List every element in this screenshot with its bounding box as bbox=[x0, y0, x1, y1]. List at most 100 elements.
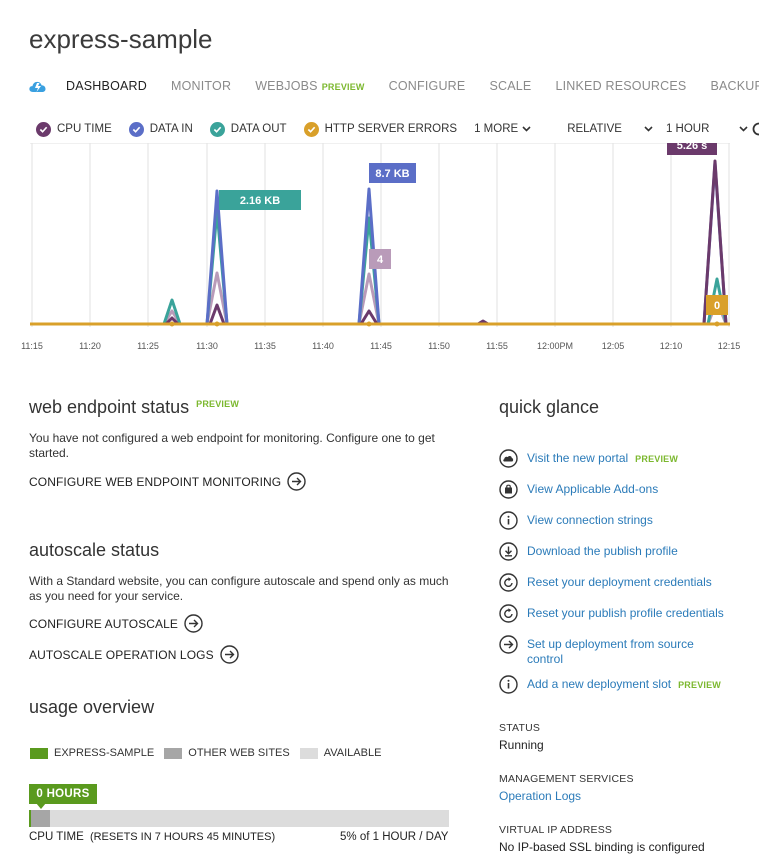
tab-dashboard[interactable]: DASHBOARD bbox=[66, 79, 147, 93]
chart-callout: 4 bbox=[369, 249, 391, 269]
chart-callout: 5.26 s bbox=[667, 143, 717, 155]
setup-deployment-from-source-control-link[interactable]: Set up deployment from source control bbox=[499, 635, 709, 667]
x-tick-label: 12:10 bbox=[659, 341, 683, 351]
cpu-time-label: CPU TIME bbox=[29, 831, 84, 843]
arrow-right-icon bbox=[499, 635, 518, 654]
checkmark-icon bbox=[128, 121, 144, 137]
chevron-down-icon bbox=[644, 126, 653, 132]
reset-publish-profile-credentials-link[interactable]: Reset your publish profile credentials bbox=[499, 604, 724, 623]
quick-glance-label: Download the publish profile bbox=[527, 544, 678, 558]
usage-legend: EXPRESS-SAMPLE OTHER WEB SITES AVAILABLE bbox=[30, 747, 381, 759]
chart-callout: 2.16 KB bbox=[219, 190, 301, 210]
tab-configure[interactable]: CONFIGURE bbox=[389, 79, 466, 93]
cpu-usage-bar bbox=[29, 810, 449, 827]
cpu-quota-label: 5% of 1 HOUR / DAY bbox=[340, 831, 449, 843]
refresh-icon[interactable] bbox=[750, 120, 759, 138]
quick-glance-label: Add a new deployment slot bbox=[527, 677, 672, 691]
tab-webjobs[interactable]: WEBJOBS PREVIEW bbox=[255, 79, 364, 93]
data-point bbox=[366, 321, 372, 327]
usage-overview-heading: usage overview bbox=[29, 697, 155, 717]
series-line bbox=[30, 161, 730, 326]
metric-label: DATA IN bbox=[149, 123, 193, 135]
add-deployment-slot-link[interactable]: Add a new deployment slot PREVIEW bbox=[499, 675, 721, 694]
tab-webjobs-label: WEBJOBS bbox=[255, 79, 318, 93]
available-swatch bbox=[299, 747, 318, 759]
other-web-sites-swatch bbox=[164, 747, 183, 759]
more-metrics-label: 1 MORE bbox=[474, 123, 519, 135]
more-metrics-dropdown[interactable]: 1 MORE bbox=[474, 123, 531, 135]
chart-callout: 0 bbox=[706, 295, 728, 315]
download-publish-profile-link[interactable]: Download the publish profile bbox=[499, 542, 678, 561]
chevron-down-icon bbox=[739, 126, 748, 132]
web-endpoint-heading: web endpoint status PREVIEW bbox=[29, 397, 239, 418]
reset-icon bbox=[499, 573, 518, 592]
x-tick-label: 11:55 bbox=[486, 341, 508, 351]
view-connection-strings-link[interactable]: View connection strings bbox=[499, 511, 653, 530]
top-nav: DASHBOARD MONITOR WEBJOBS PREVIEW CONFIGU… bbox=[29, 76, 759, 96]
metric-selector-bar: CPU TIME DATA IN DATA OUT HTTP SERVER ER… bbox=[36, 120, 759, 138]
series-line bbox=[30, 159, 730, 326]
preview-badge: PREVIEW bbox=[196, 399, 240, 409]
x-tick-label: 11:20 bbox=[79, 341, 101, 351]
preview-badge: PREVIEW bbox=[678, 680, 722, 690]
quick-glance-label: Reset your deployment credentials bbox=[527, 575, 712, 589]
info-icon bbox=[499, 511, 518, 530]
configure-web-endpoint-button[interactable]: CONFIGURE WEB ENDPOINT MONITORING bbox=[29, 472, 306, 491]
time-range-dropdown[interactable]: 1 HOUR bbox=[666, 123, 748, 135]
x-tick-label: 11:35 bbox=[254, 341, 276, 351]
tab-scale[interactable]: SCALE bbox=[489, 79, 531, 93]
autoscale-heading: autoscale status bbox=[29, 540, 160, 560]
x-tick-label: 11:25 bbox=[137, 341, 159, 351]
configure-web-endpoint-label: CONFIGURE WEB ENDPOINT MONITORING bbox=[29, 474, 282, 489]
arrow-right-circle-icon bbox=[219, 645, 239, 664]
operation-logs-link[interactable]: Operation Logs bbox=[499, 789, 581, 803]
metrics-line-chart: 2.16 KB 8.7 KB 4 5.26 s 0 bbox=[30, 143, 730, 327]
metric-cpu-time[interactable]: CPU TIME bbox=[36, 121, 112, 137]
x-tick-label: 12:05 bbox=[601, 341, 625, 351]
arrow-right-circle-icon bbox=[287, 472, 306, 491]
x-tick-label: 11:30 bbox=[196, 341, 218, 351]
x-tick-label: 12:15 bbox=[717, 341, 741, 351]
page-title: express-sample bbox=[29, 24, 213, 54]
quick-glance-label: Set up deployment from source control bbox=[527, 637, 694, 666]
tab-backups[interactable]: BACKUPS bbox=[710, 79, 759, 93]
express-sample-usage-fill bbox=[29, 810, 31, 827]
metric-label: DATA OUT bbox=[230, 123, 287, 135]
status-value: Running bbox=[499, 738, 544, 752]
express-sample-swatch bbox=[30, 747, 48, 759]
web-endpoint-heading-text: web endpoint status bbox=[29, 397, 190, 417]
x-tick-label: 11:40 bbox=[312, 341, 334, 351]
resets-label: (RESETS IN 7 HOURS 45 MINUTES) bbox=[89, 831, 276, 843]
x-tick-label: 11:50 bbox=[428, 341, 450, 351]
view-add-ons-link[interactable]: View Applicable Add-ons bbox=[499, 480, 658, 499]
tab-linked-resources[interactable]: LINKED RESOURCES bbox=[555, 79, 686, 93]
autoscale-description: With a Standard website, you can configu… bbox=[29, 574, 449, 603]
relative-dropdown[interactable]: RELATIVE bbox=[567, 123, 653, 135]
x-tick-label: 11:15 bbox=[21, 341, 43, 351]
arrow-right-circle-icon bbox=[184, 614, 203, 633]
quick-glance-label: Visit the new portal bbox=[527, 451, 629, 465]
management-services-label: MANAGEMENT SERVICES bbox=[499, 773, 634, 785]
callout-label: 0 bbox=[714, 300, 720, 312]
virtual-ip-address-label: VIRTUAL IP ADDRESS bbox=[499, 824, 613, 836]
cpu-time-usage-caption: CPU TIME (RESETS IN 7 HOURS 45 MINUTES) bbox=[29, 831, 275, 843]
quick-glance-label: Reset your publish profile credentials bbox=[527, 606, 724, 620]
metric-data-in[interactable]: DATA IN bbox=[128, 121, 193, 137]
relative-label: RELATIVE bbox=[567, 123, 622, 135]
tab-monitor[interactable]: MONITOR bbox=[171, 79, 231, 93]
metric-data-out[interactable]: DATA OUT bbox=[209, 121, 287, 137]
metric-label: CPU TIME bbox=[57, 123, 112, 135]
x-tick-label: 12:00PM bbox=[536, 341, 574, 351]
status-label: STATUS bbox=[499, 722, 541, 734]
preview-badge: PREVIEW bbox=[635, 454, 679, 464]
autoscale-operation-logs-button[interactable]: AUTOSCALE OPERATION LOGS bbox=[29, 645, 239, 664]
quick-glance-label: View connection strings bbox=[527, 513, 653, 527]
badge-pointer bbox=[36, 803, 46, 809]
data-point bbox=[169, 321, 175, 327]
visit-new-portal-link[interactable]: Visit the new portal PREVIEW bbox=[499, 449, 678, 468]
metric-http-server-errors[interactable]: HTTP SERVER ERRORS bbox=[303, 121, 457, 137]
callout-label: 5.26 s bbox=[677, 143, 708, 152]
quick-glance-label: View Applicable Add-ons bbox=[527, 482, 659, 496]
reset-deployment-credentials-link[interactable]: Reset your deployment credentials bbox=[499, 573, 712, 592]
configure-autoscale-button[interactable]: CONFIGURE AUTOSCALE bbox=[29, 614, 203, 633]
